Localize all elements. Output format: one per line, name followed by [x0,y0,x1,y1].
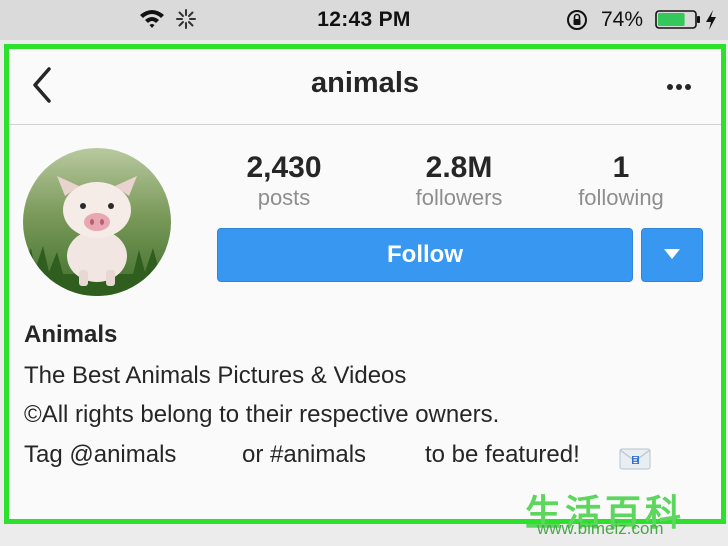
bio-hashtag-link[interactable]: or #animals [242,441,366,469]
suggestions-dropdown-button[interactable] [641,228,703,282]
nav-bar: animals [9,49,721,125]
bio-line: to be featured! [425,441,580,468]
bio-line: ©All rights belong to their respective o… [24,401,500,428]
stat-label: posts [257,185,311,210]
stat-value: 2,430 [246,151,322,184]
ellipsis-icon[interactable] [667,77,697,93]
orientation-lock-icon [567,10,587,30]
stat-followers[interactable]: 2.8M followers [379,151,539,211]
avatar[interactable] [23,148,171,296]
bio-mention-link[interactable]: Tag @animals [24,441,176,469]
profile-name: Animals [24,321,118,348]
stat-following[interactable]: 1 following [541,151,701,211]
stat-label: followers [415,185,503,210]
status-bar: 12:43 PM 74% [0,0,728,40]
watermark-url: www.bimeiz.com [537,519,664,538]
stat-label: following [578,185,664,210]
charging-bolt-icon [706,10,716,30]
battery-percent: 74% [601,8,644,31]
caret-down-icon [664,249,680,259]
highlight-frame: animals 2,430 posts 2.8M followers 1 fol… [4,44,726,524]
stat-posts[interactable]: 2,430 posts [204,151,364,211]
page-title: animals [311,67,419,99]
envelope-emoji-icon [619,448,651,470]
follow-button[interactable]: Follow [217,228,633,282]
bio-line: The Best Animals Pictures & Videos [24,362,407,389]
battery-icon [655,10,700,29]
stat-value: 1 [612,151,630,184]
watermark: 生活百科 www.bimeiz.com [525,484,725,544]
stat-value: 2.8M [425,151,493,184]
